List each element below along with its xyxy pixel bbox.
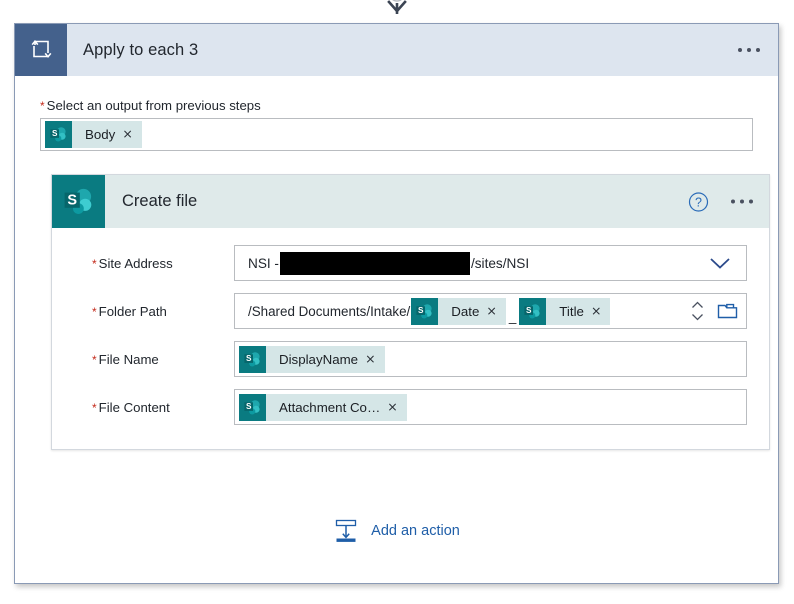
token-remove-icon[interactable]: ×: [122, 128, 141, 141]
svg-text:S: S: [246, 402, 252, 411]
sharepoint-icon: S: [52, 175, 105, 228]
field-label-text: Site Address: [98, 255, 173, 271]
apply-to-each-card: Apply to each 3 * Select an output from p…: [14, 23, 779, 584]
field-row-folder-path: *Folder Path /Shared Documents/Intake/: [74, 293, 747, 329]
token-chip-displayname[interactable]: S DisplayName ×: [239, 345, 385, 373]
token-chip-body[interactable]: S Body ×: [45, 121, 142, 148]
chevron-down-icon[interactable]: [708, 255, 732, 271]
folder-path-static-text: /Shared Documents/Intake/: [248, 303, 411, 319]
token-remove-icon[interactable]: ×: [486, 304, 505, 318]
field-label-folder-path: * Folder Path: [74, 304, 234, 319]
token-remove-icon[interactable]: ×: [591, 304, 610, 318]
token-chip-attachment-content[interactable]: S Attachment Co… ×: [239, 393, 407, 421]
create-file-menu-ellipsis-icon[interactable]: [731, 199, 753, 204]
folder-path-controls: [686, 294, 746, 328]
site-address-value: NSI - /sites/NSI: [248, 251, 530, 275]
select-output-label-text: Select an output from previous steps: [46, 98, 261, 113]
apply-to-each-menu-ellipsis-icon[interactable]: [738, 48, 760, 52]
site-address-input[interactable]: NSI - /sites/NSI: [234, 245, 747, 281]
create-file-header-actions: ?: [688, 191, 753, 212]
arrow-down-connector-icon: [387, 0, 407, 14]
redaction-bar: [279, 251, 470, 275]
apply-to-each-header[interactable]: Apply to each 3: [15, 24, 778, 76]
token-chip-label: DisplayName: [279, 351, 359, 367]
svg-text:S: S: [246, 354, 252, 363]
add-action-button[interactable]: Add an action: [15, 518, 778, 544]
field-label-text: Folder Path: [98, 303, 167, 319]
create-file-card: S Create file ? * Site Address NSI - /si…: [51, 174, 770, 450]
svg-text:S: S: [526, 306, 532, 315]
chevron-up-icon[interactable]: [691, 301, 704, 309]
loop-repeat-icon: [15, 24, 67, 76]
required-asterisk: *: [92, 304, 97, 319]
field-label-text: File Content: [98, 399, 170, 415]
field-label-site-address: * Site Address: [74, 256, 234, 271]
help-question-icon[interactable]: ?: [688, 191, 709, 212]
add-action-icon: [336, 519, 357, 542]
folder-open-icon[interactable]: [708, 294, 746, 328]
token-chip-title[interactable]: S Title ×: [519, 297, 611, 325]
select-output-label: * Select an output from previous steps: [40, 98, 753, 113]
token-chip-label: Title: [559, 303, 584, 319]
field-row-file-content: * File Content S Attachment Co… ×: [74, 389, 747, 425]
sharepoint-glyph: S: [64, 188, 91, 214]
file-content-input[interactable]: S Attachment Co… ×: [234, 389, 747, 425]
token-remove-icon[interactable]: ×: [365, 352, 384, 366]
sharepoint-icon: S: [239, 345, 266, 373]
token-chip-date[interactable]: S Date ×: [411, 297, 506, 325]
sharepoint-glyph: S: [524, 303, 540, 318]
field-label-text: File Name: [98, 351, 159, 367]
create-file-fields: * Site Address NSI - /sites/NSI * Folder…: [52, 228, 769, 449]
folder-path-input[interactable]: /Shared Documents/Intake/ S Date × _ S T…: [234, 293, 747, 329]
svg-text:S: S: [52, 129, 58, 138]
apply-to-each-body: * Select an output from previous steps S …: [15, 76, 778, 450]
required-asterisk: *: [92, 352, 97, 367]
select-output-input[interactable]: S Body ×: [40, 118, 753, 151]
chevron-down-icon[interactable]: [691, 313, 704, 321]
required-asterisk: *: [92, 256, 97, 271]
field-label-file-name: * File Name: [74, 352, 234, 367]
sharepoint-glyph: S: [50, 127, 66, 142]
required-asterisk: *: [40, 99, 45, 113]
folder-path-separator: _: [508, 309, 517, 324]
create-file-title: Create file: [122, 192, 198, 210]
svg-text:S: S: [67, 192, 77, 208]
sharepoint-icon: S: [411, 297, 439, 325]
sharepoint-glyph: S: [244, 351, 260, 366]
svg-text:?: ?: [695, 195, 702, 209]
site-address-prefix: NSI -: [248, 255, 279, 271]
file-name-input[interactable]: S DisplayName ×: [234, 341, 747, 377]
sharepoint-glyph: S: [244, 399, 260, 414]
token-remove-icon[interactable]: ×: [387, 400, 406, 414]
field-row-site-address: * Site Address NSI - /sites/NSI: [74, 245, 747, 281]
required-asterisk: *: [92, 400, 97, 415]
sharepoint-glyph: S: [416, 303, 432, 318]
token-chip-label: Attachment Co…: [279, 399, 381, 415]
field-row-file-name: * File Name S DisplayName ×: [74, 341, 747, 377]
sharepoint-icon: S: [45, 121, 72, 148]
svg-text:S: S: [418, 306, 424, 315]
add-action-label: Add an action: [371, 523, 460, 539]
stepper-up-down-icon[interactable]: [686, 294, 708, 328]
folder-open-glyph[interactable]: [717, 302, 738, 320]
create-file-header[interactable]: S Create file ?: [52, 175, 769, 228]
site-address-suffix: /sites/NSI: [470, 255, 530, 271]
flow-connector: [0, 0, 794, 22]
sharepoint-icon: S: [239, 393, 266, 421]
field-label-file-content: * File Content: [74, 400, 234, 415]
token-chip-label: Body: [85, 127, 116, 142]
sharepoint-icon: S: [519, 297, 547, 325]
loop-repeat-glyph: [31, 39, 52, 59]
apply-to-each-title: Apply to each 3: [83, 40, 199, 59]
token-chip-label: Date: [451, 303, 480, 319]
